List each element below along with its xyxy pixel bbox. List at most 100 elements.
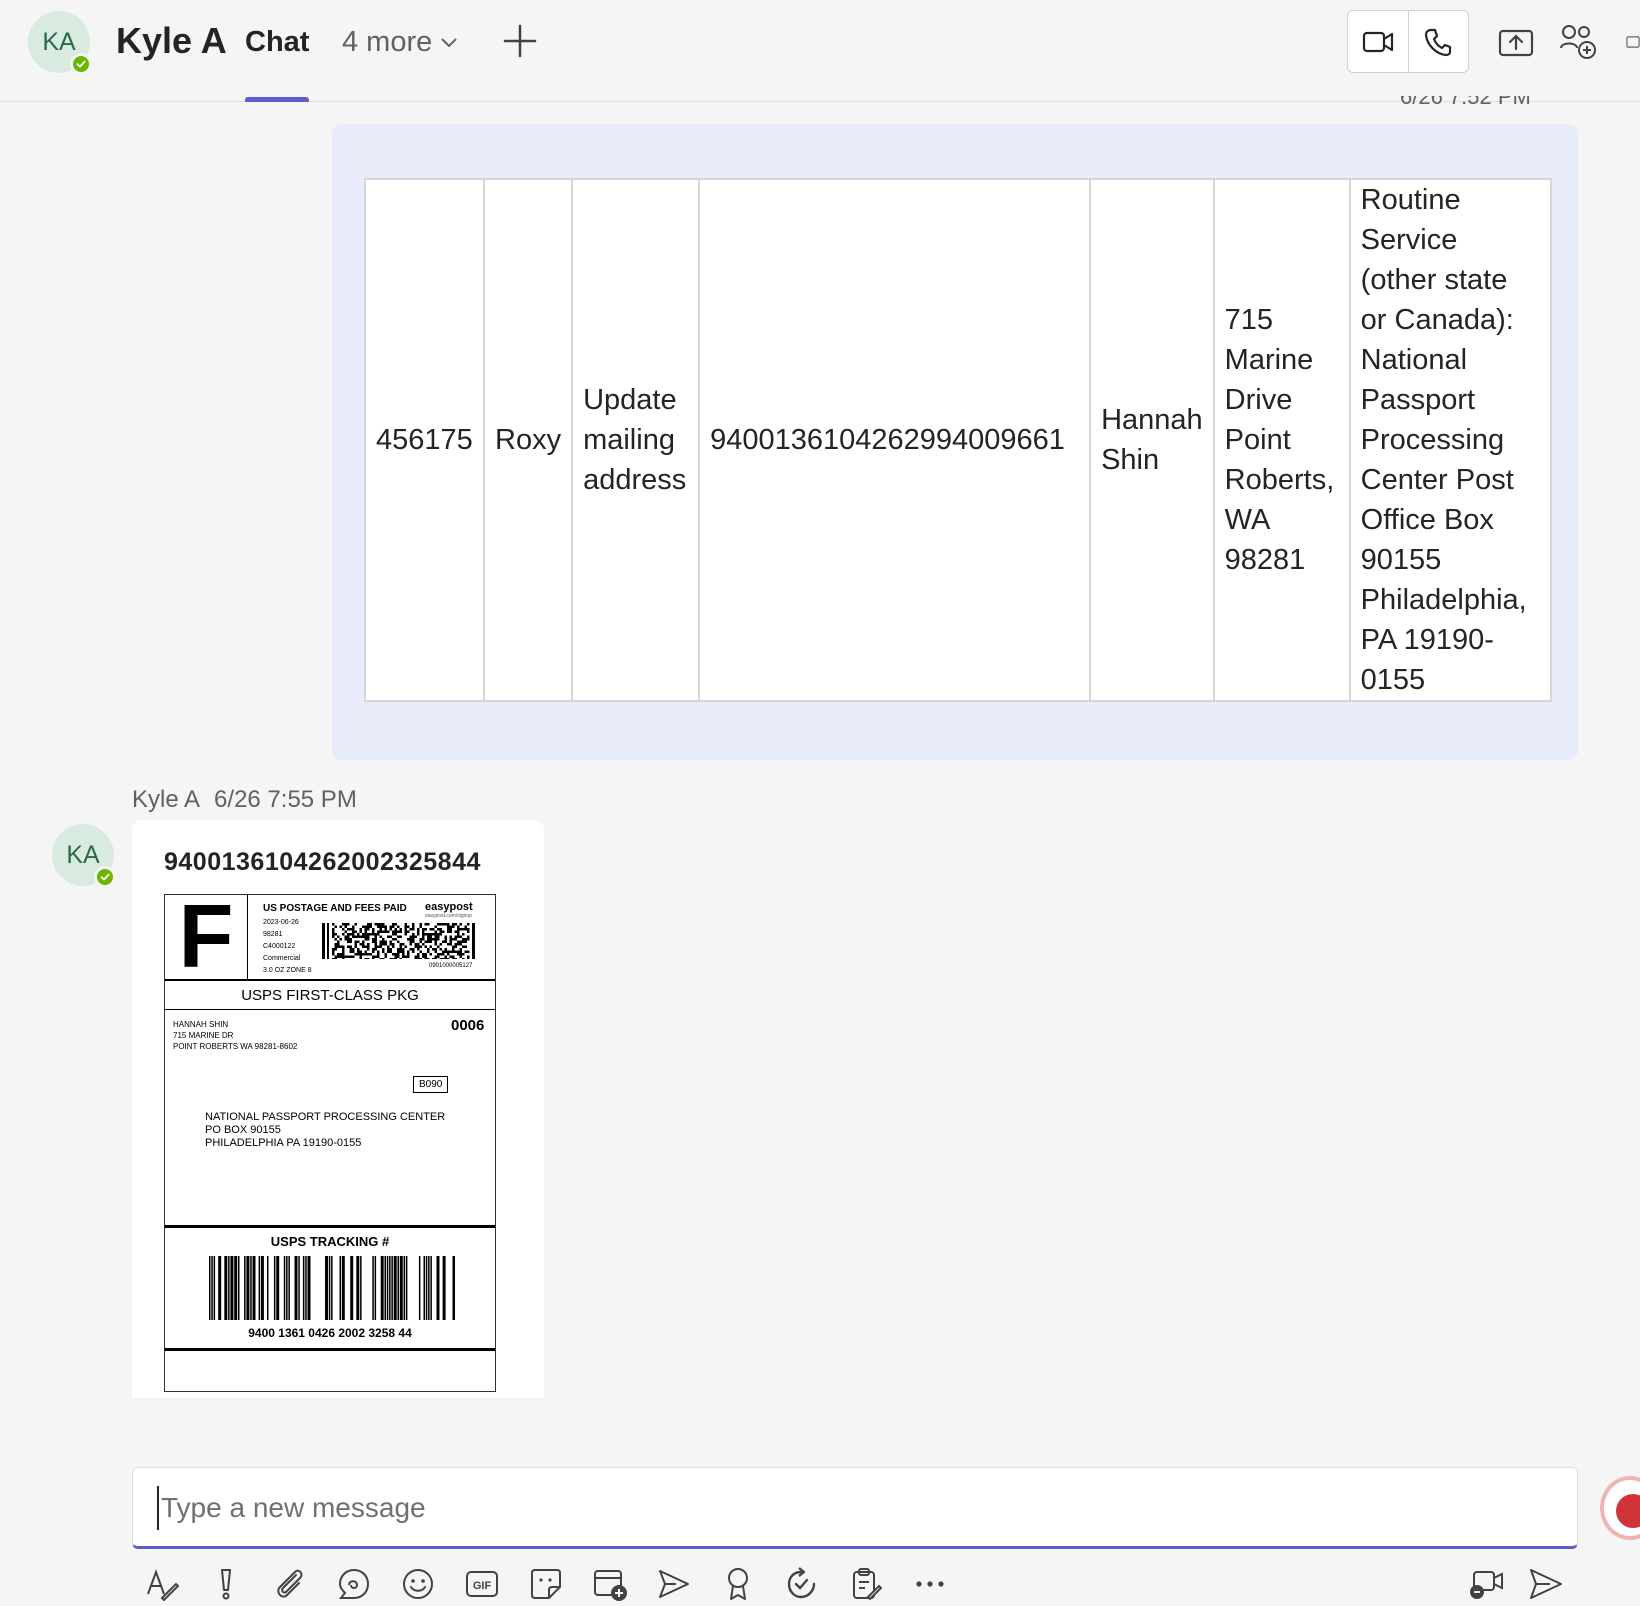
matrix-cell xyxy=(349,955,352,958)
format-button[interactable] xyxy=(142,1564,182,1604)
loop-button[interactable] xyxy=(334,1564,374,1604)
matrix-cell xyxy=(422,953,425,956)
matrix-cell xyxy=(452,925,455,928)
tab-chat[interactable]: Chat xyxy=(245,26,310,102)
matrix-cell xyxy=(429,935,432,938)
matrix-cell xyxy=(402,950,405,953)
matrix-cell xyxy=(357,950,360,953)
matrix-cell xyxy=(434,933,437,936)
calendar-add-icon xyxy=(594,1570,627,1601)
matrix-cell xyxy=(457,940,460,943)
video-clip-icon xyxy=(1470,1571,1503,1599)
forms-button[interactable] xyxy=(846,1564,886,1604)
paperclip-icon xyxy=(277,1569,303,1598)
sticker-button[interactable] xyxy=(526,1564,566,1604)
chat-title[interactable]: Kyle A xyxy=(116,20,227,62)
matrix-cell xyxy=(429,933,432,936)
matrix-cell xyxy=(454,938,457,941)
matrix-cell xyxy=(377,953,380,956)
more-actions-button[interactable] xyxy=(910,1564,950,1604)
matrix-cell xyxy=(389,943,392,946)
compose-box xyxy=(132,1467,1578,1549)
attach-button[interactable] xyxy=(270,1564,310,1604)
badge-icon xyxy=(1616,1494,1640,1528)
matrix-cell xyxy=(447,930,450,933)
audio-call-button[interactable] xyxy=(1407,11,1469,72)
copilot-badge[interactable] xyxy=(1600,1476,1640,1540)
avatar[interactable]: KA xyxy=(28,11,92,75)
matrix-cell xyxy=(374,948,377,951)
matrix-cell xyxy=(404,925,407,928)
video-clip-button[interactable] xyxy=(1464,1562,1508,1606)
matrix-cell xyxy=(407,955,410,958)
avatar[interactable]: KA xyxy=(52,824,116,888)
barcode-bar xyxy=(260,1256,264,1320)
label-box-code: B090 xyxy=(413,1076,449,1093)
tab-more-dropdown[interactable]: 4 more xyxy=(342,26,458,59)
matrix-cell xyxy=(442,950,445,953)
matrix-cell xyxy=(387,945,390,948)
matrix-cell xyxy=(372,950,375,953)
barcode-bar xyxy=(374,1256,377,1320)
matrix-cell xyxy=(414,935,417,938)
barcode-bar xyxy=(442,1256,446,1320)
matrix-cell xyxy=(354,953,357,956)
barcode-bar xyxy=(230,1256,234,1320)
matrix-cell xyxy=(447,958,450,959)
matrix-cell xyxy=(334,925,337,928)
matrix-cell xyxy=(359,930,362,933)
add-tab-button[interactable] xyxy=(500,20,540,64)
matrix-cell xyxy=(439,928,442,931)
barcode-bar xyxy=(372,1256,374,1320)
from-street: 715 MARINE DR xyxy=(173,1031,234,1040)
message-table: 456175 Roxy Update mailing address 94001… xyxy=(364,178,1552,702)
matrix-cell xyxy=(342,945,345,948)
barcode-bar xyxy=(403,1256,406,1320)
more-header-icon[interactable] xyxy=(1626,22,1640,62)
matrix-cell xyxy=(439,923,442,926)
matrix-cell xyxy=(434,940,437,943)
table-cell: 715 Marine Drive Point Roberts, WA 98281 xyxy=(1212,178,1351,702)
matrix-cell xyxy=(404,928,407,931)
matrix-cell xyxy=(457,935,460,938)
matrix-cell xyxy=(369,933,372,936)
share-screen-button[interactable] xyxy=(1496,22,1536,62)
shipping-label-image[interactable]: F US POSTAGE AND FEES PAID easypost easy… xyxy=(164,892,496,1392)
matrix-cell xyxy=(412,925,415,928)
message-bubble-sent[interactable]: 456175 Roxy Update mailing address 94001… xyxy=(332,124,1578,760)
emoji-button[interactable] xyxy=(398,1564,438,1604)
matrix-cell xyxy=(369,923,372,926)
matrix-cell xyxy=(332,933,335,936)
matrix-cell xyxy=(347,955,350,958)
barcode-bar xyxy=(405,1256,408,1320)
matrix-cell xyxy=(342,948,345,951)
matrix-cell xyxy=(364,953,367,956)
matrix-cell xyxy=(332,935,335,938)
clipboard-edit-icon xyxy=(853,1568,882,1601)
matrix-cell xyxy=(457,925,460,928)
matrix-cell xyxy=(467,955,470,958)
matrix-cell xyxy=(372,930,375,933)
matrix-cell xyxy=(359,958,362,959)
updates-button[interactable] xyxy=(782,1564,822,1604)
matrix-cell xyxy=(434,935,437,938)
tab-more-label: 4 more xyxy=(342,26,433,58)
matrix-cell xyxy=(447,925,450,928)
message-bubble-received[interactable]: 9400136104262002325844 F US POSTAGE AND … xyxy=(132,820,544,1398)
message-input[interactable] xyxy=(157,1486,1537,1530)
add-people-button[interactable] xyxy=(1558,22,1598,62)
matrix-cell xyxy=(462,938,465,941)
matrix-cell xyxy=(432,933,435,936)
matrix-cell xyxy=(454,923,457,926)
matrix-cell xyxy=(434,925,437,928)
matrix-cell xyxy=(389,948,392,951)
gif-button[interactable]: GIF xyxy=(462,1564,502,1604)
matrix-cell xyxy=(374,955,377,958)
video-call-button[interactable] xyxy=(1348,11,1408,72)
schedule-meeting-button[interactable] xyxy=(590,1564,630,1604)
matrix-cell xyxy=(459,953,462,956)
send-later-button[interactable] xyxy=(654,1564,694,1604)
important-button[interactable] xyxy=(206,1564,246,1604)
send-button[interactable] xyxy=(1524,1562,1568,1606)
praise-button[interactable] xyxy=(718,1564,758,1604)
